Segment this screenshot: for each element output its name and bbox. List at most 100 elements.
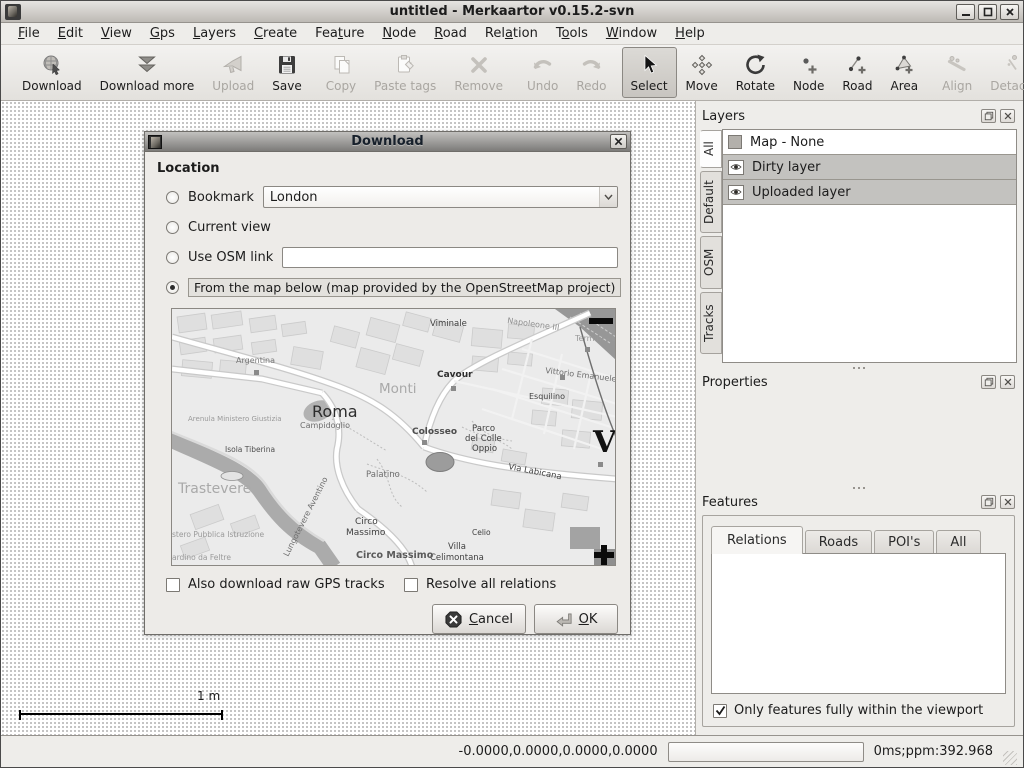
toolbar-button-paste-tags[interactable]: Paste tags [365,47,445,98]
layers-panel-header: Layers [700,107,1017,125]
svg-text:Roma: Roma [312,402,358,421]
features-float-button[interactable] [981,495,996,509]
dialog-close-button[interactable] [610,134,627,149]
layer-row-uploaded[interactable]: Uploaded layer [723,180,1016,205]
menu-road[interactable]: Road [425,24,476,43]
remove-icon [467,52,491,78]
properties-float-button[interactable] [981,375,996,389]
resolve-relations-checkbox[interactable] [404,578,418,592]
layers-tab-all[interactable]: All [700,130,722,168]
dialog-map-preview[interactable]: Viminale Napoleone III Termini - La Arge… [171,308,616,566]
menu-gps[interactable]: Gps [141,24,184,43]
layers-tab-osm[interactable]: OSM [700,236,722,289]
menu-view[interactable]: View [92,24,141,43]
float-icon [984,111,994,121]
viewport-checkbox[interactable] [713,704,727,718]
resize-grip[interactable] [1003,751,1017,765]
svg-text:Campidoglio: Campidoglio [300,421,350,430]
features-tab-bar: Relations Roads POI's All [711,526,1006,554]
move-icon [690,52,714,78]
features-tab-all[interactable]: All [936,530,980,554]
from-map-label: From the map below (map provided by the … [188,278,621,297]
from-map-radio[interactable] [166,281,179,294]
toolbar-button-undo[interactable]: Undo [518,47,567,98]
dock-splitter[interactable] [700,363,1017,373]
layer-row-map-none[interactable]: Map - None [723,130,1016,155]
toolbar-button-node[interactable]: Node [784,47,833,98]
toolbar-button-copy[interactable]: Copy [317,47,365,98]
toolbar-button-detach[interactable]: Detach [981,47,1024,98]
menu-node[interactable]: Node [373,24,425,43]
menu-help[interactable]: Help [666,24,714,43]
menu-file[interactable]: File [9,24,49,43]
maximize-button[interactable] [978,4,997,20]
toolbar-button-remove[interactable]: Remove [445,47,512,98]
toolbar-button-download[interactable]: Download [13,47,91,98]
features-close-button[interactable] [1000,495,1015,509]
layer-label: Dirty layer [752,160,821,175]
bookmark-radio[interactable] [166,191,179,204]
float-icon [984,497,994,507]
toolbar-button-align[interactable]: Align [933,47,981,98]
dock-splitter[interactable] [700,483,1017,493]
detach-icon [1000,52,1024,78]
toolbar: Download Download more Upload Save Copy … [1,45,1023,101]
toolbar-button-upload[interactable]: Upload [203,47,263,98]
osm-link-radio[interactable] [166,251,179,264]
toolbar-button-redo[interactable]: Redo [567,47,615,98]
features-tab-pois[interactable]: POI's [874,530,934,554]
layers-tab-tracks[interactable]: Tracks [700,292,722,354]
menu-relation[interactable]: Relation [476,24,547,43]
features-tab-roads[interactable]: Roads [805,530,872,554]
toolbar-button-download-more[interactable]: Download more [91,47,204,98]
menu-feature[interactable]: Feature [306,24,373,43]
svg-text:Monti: Monti [379,381,417,397]
svg-text:Termini - La: Termini - La [574,334,616,343]
close-button[interactable] [1000,4,1019,20]
osm-link-input[interactable] [282,247,618,268]
toolbar-button-rotate[interactable]: Rotate [727,47,784,98]
svg-text:Oppio: Oppio [472,444,497,454]
layer-visibility-checkbox[interactable] [728,135,742,149]
combo-dropdown-button[interactable] [599,187,617,207]
layers-tab-default[interactable]: Default [700,171,722,233]
svg-text:stero Pubblica Istruzione: stero Pubblica Istruzione [172,530,265,539]
upload-icon [221,52,245,78]
paste-tags-icon [393,52,417,78]
layers-close-button[interactable] [1000,109,1015,123]
toolbar-button-save[interactable]: Save [263,47,310,98]
menu-edit[interactable]: Edit [49,24,92,43]
eye-icon[interactable] [728,160,744,175]
bookmark-combobox[interactable]: London [263,186,618,208]
close-icon [614,137,623,146]
eye-icon[interactable] [728,185,744,200]
menu-layers[interactable]: Layers [184,24,245,43]
current-view-radio[interactable] [166,221,179,234]
layer-row-dirty[interactable]: Dirty layer [723,155,1016,180]
toolbar-button-select[interactable]: Select [622,47,677,98]
statusbar-metrics: 0ms;ppm:392.968 [874,744,993,759]
menu-window[interactable]: Window [597,24,666,43]
features-list[interactable] [711,553,1006,694]
minimize-button[interactable] [956,4,975,20]
menu-create[interactable]: Create [245,24,306,43]
features-tab-relations[interactable]: Relations [711,526,803,554]
viewport-checkbox-label: Only features fully within the viewport [734,703,983,718]
gps-tracks-checkbox[interactable] [166,578,180,592]
svg-text:Circo: Circo [355,517,378,527]
titlebar: untitled - Merkaartor v0.15.2-svn [1,1,1023,23]
svg-text:Esquilino: Esquilino [529,392,565,401]
layers-float-button[interactable] [981,109,996,123]
resolve-relations-label: Resolve all relations [426,577,556,592]
toolbar-button-road[interactable]: Road [833,47,881,98]
svg-text:Celio: Celio [472,528,491,537]
ok-button[interactable]: OK [534,604,618,634]
float-icon [984,377,994,387]
toolbar-button-move[interactable]: Move [677,47,727,98]
toolbar-button-area[interactable]: Area [881,47,927,98]
cancel-button[interactable]: Cancel [432,604,526,634]
menu-tools[interactable]: Tools [547,24,597,43]
properties-close-button[interactable] [1000,375,1015,389]
map-zoom-out-button[interactable] [589,318,613,324]
main-window: untitled - Merkaartor v0.15.2-svn File E… [0,0,1024,768]
